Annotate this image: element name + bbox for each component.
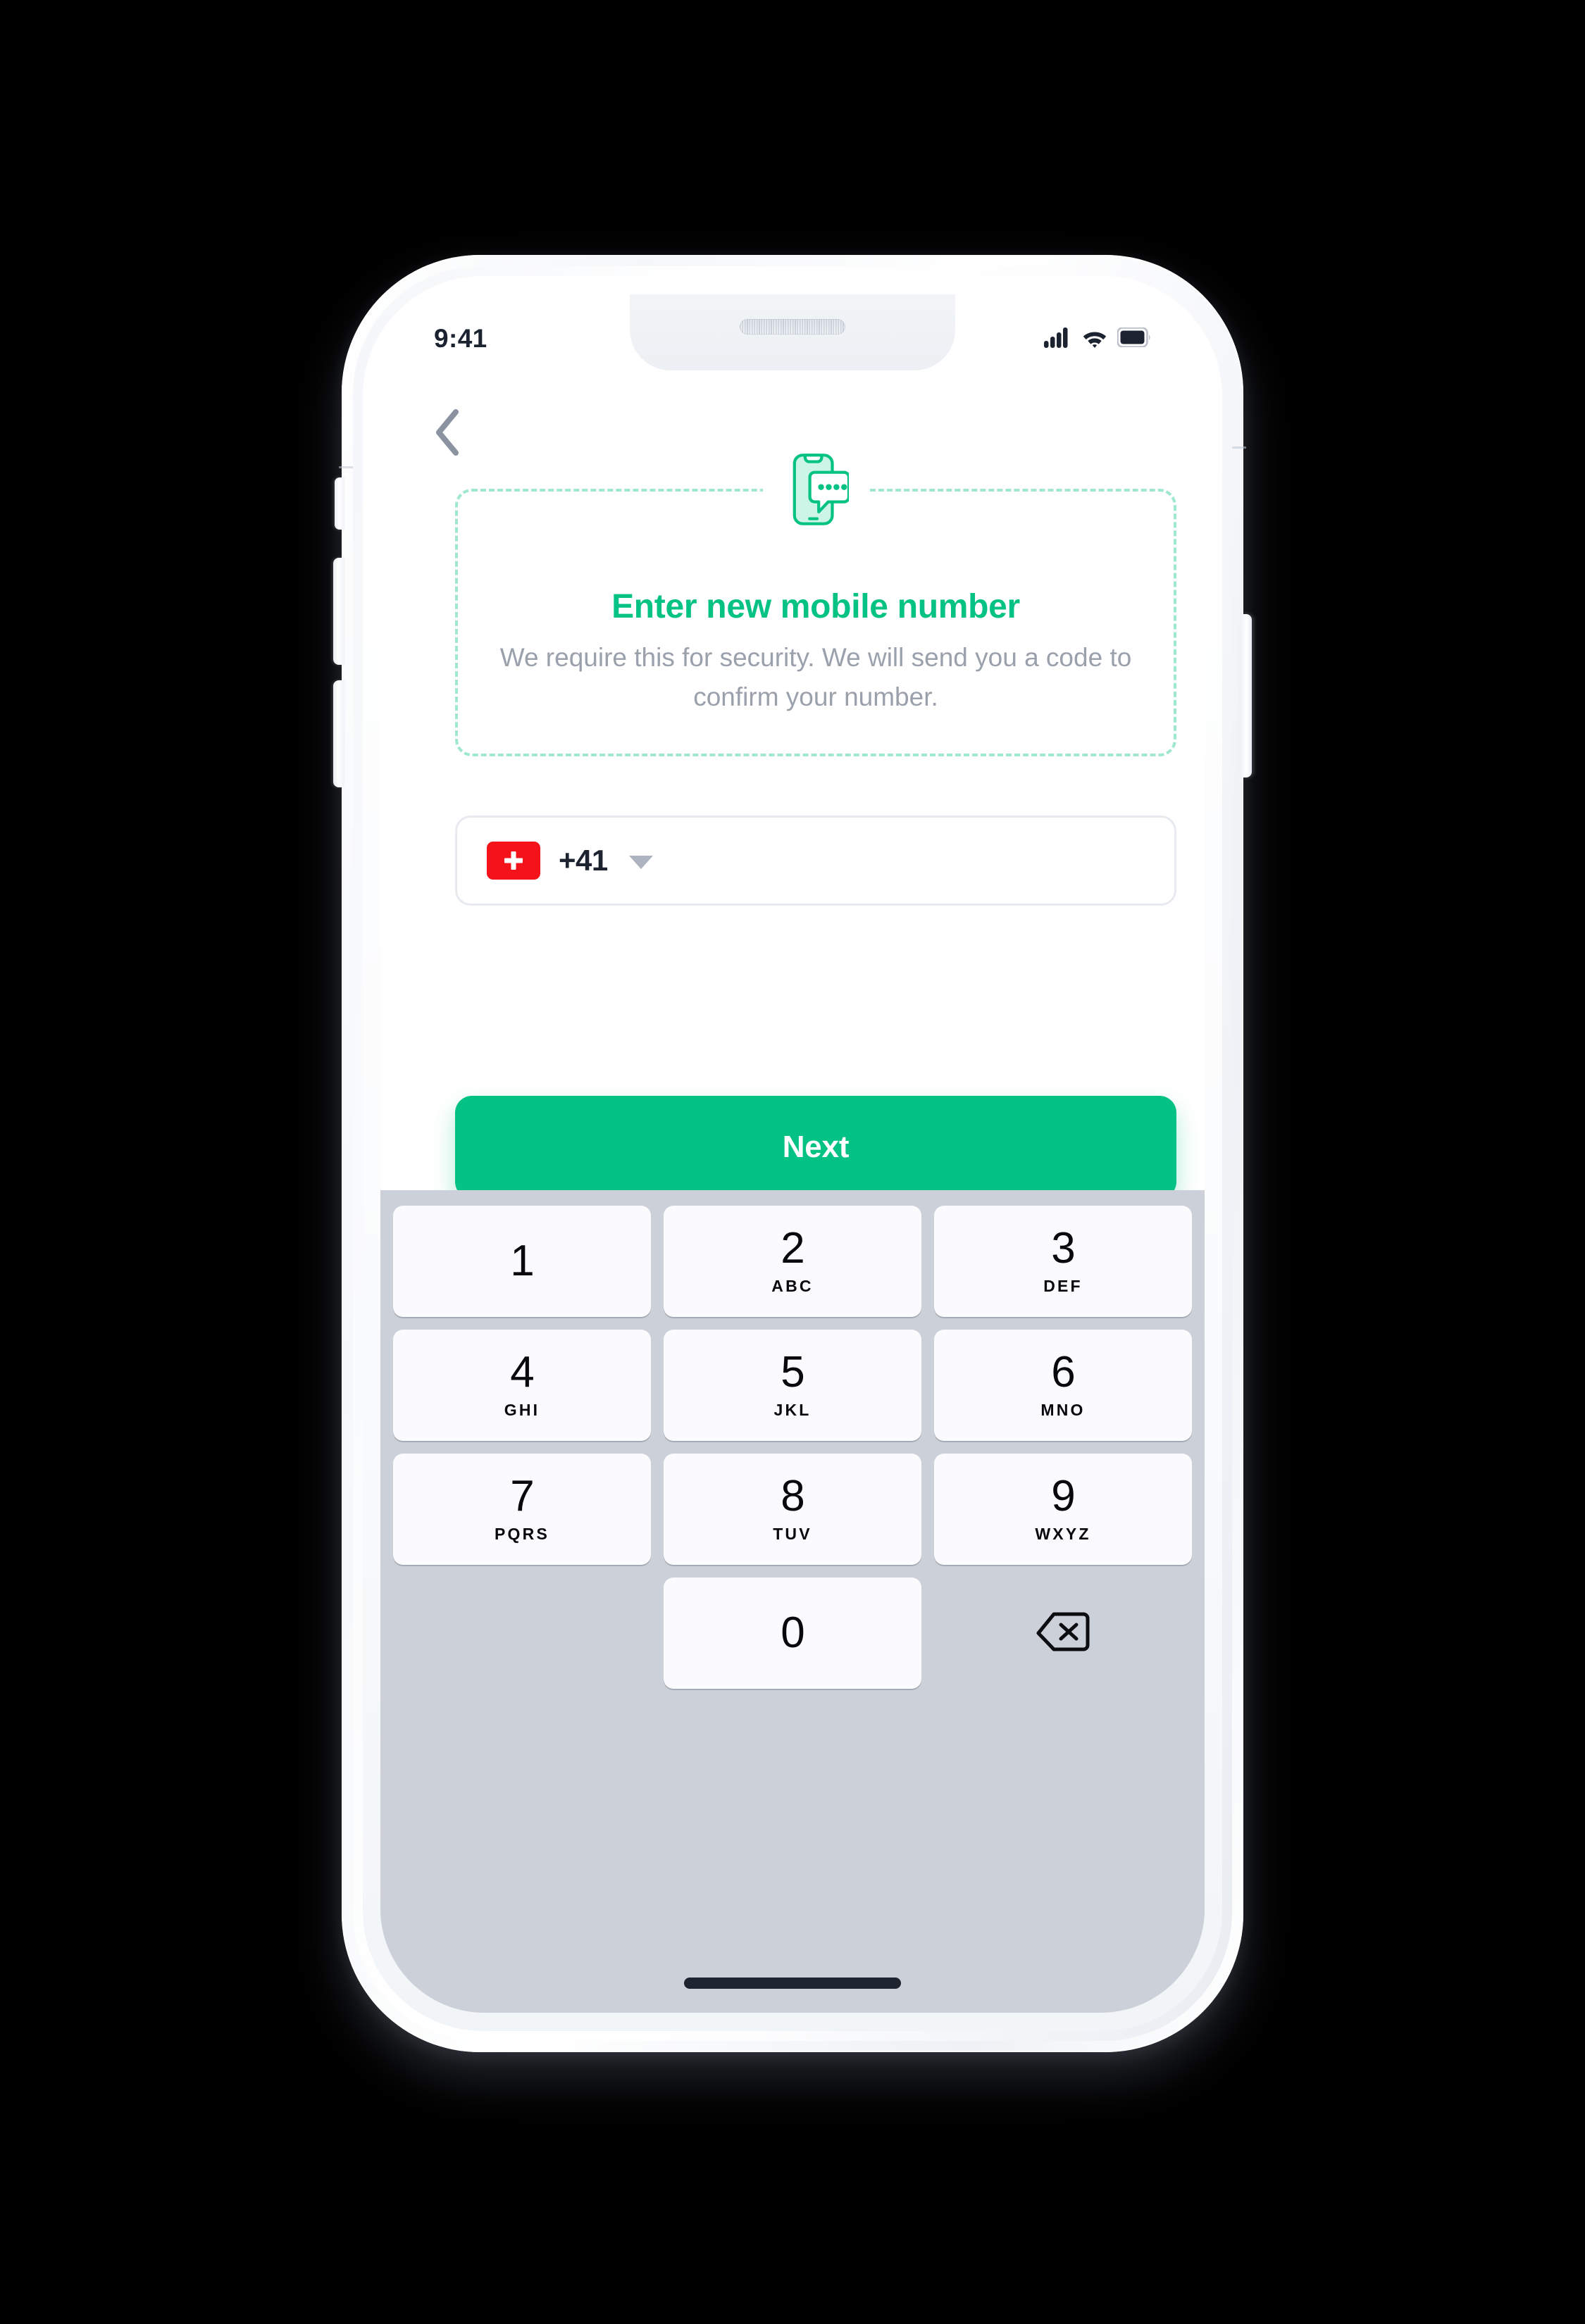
keypad-digit: 4 bbox=[510, 1348, 534, 1397]
keypad-digit: 8 bbox=[781, 1472, 804, 1520]
keypad-key-4[interactable]: 4 GHI bbox=[393, 1330, 651, 1441]
keypad-digit: 5 bbox=[781, 1348, 804, 1397]
back-button[interactable] bbox=[421, 407, 475, 461]
screenshot-canvas: 9:41 Enter new mobile number We require … bbox=[0, 0, 1585, 2324]
keypad-digit: 9 bbox=[1051, 1472, 1075, 1520]
silent-switch-button[interactable] bbox=[335, 477, 344, 530]
keypad-key-5[interactable]: 5 JKL bbox=[664, 1330, 921, 1441]
keypad-key-0[interactable]: 0 bbox=[664, 1578, 921, 1689]
app-content-area: Enter new mobile number We require this … bbox=[380, 370, 1205, 1199]
info-card-title: Enter new mobile number bbox=[611, 588, 1020, 625]
keypad-row: 4 GHI 5 JKL 6 MNO bbox=[393, 1330, 1192, 1441]
keypad-key-6[interactable]: 6 MNO bbox=[934, 1330, 1192, 1441]
volume-up-button[interactable] bbox=[333, 558, 344, 665]
triangle-down-icon[interactable] bbox=[628, 855, 653, 869]
keypad-delete-button[interactable] bbox=[934, 1578, 1192, 1689]
keypad-row: 1 2 ABC 3 DEF bbox=[393, 1206, 1192, 1317]
power-button[interactable] bbox=[1241, 614, 1252, 777]
battery-full-icon bbox=[1117, 326, 1151, 351]
info-card: Enter new mobile number We require this … bbox=[455, 437, 1176, 756]
chevron-left-icon bbox=[433, 408, 464, 461]
keypad-key-1[interactable]: 1 bbox=[393, 1206, 651, 1317]
keypad-letters: PQRS bbox=[495, 1525, 549, 1543]
antenna-line-right-top bbox=[1232, 446, 1246, 449]
backspace-delete-icon bbox=[1036, 1611, 1090, 1656]
keypad-digit: 6 bbox=[1051, 1348, 1075, 1397]
phone-number-input[interactable] bbox=[671, 844, 1174, 877]
antenna-line-left-top bbox=[339, 466, 353, 468]
keypad-letters: TUV bbox=[773, 1525, 812, 1543]
keypad-letters: DEF bbox=[1043, 1277, 1083, 1295]
keypad-blank-slot bbox=[393, 1578, 651, 1689]
earpiece-speaker-grille bbox=[740, 319, 845, 335]
wifi-icon bbox=[1081, 327, 1108, 351]
keypad-letters: WXYZ bbox=[1035, 1525, 1091, 1543]
keypad-key-9[interactable]: 9 WXYZ bbox=[934, 1454, 1192, 1565]
device-screen: 9:41 Enter new mobile number We require … bbox=[380, 294, 1205, 2013]
numeric-keypad: 1 2 ABC 3 DEF 4 GHI 5 JKL 6 MNO 7 PQRS 8… bbox=[380, 1190, 1205, 2013]
status-bar-icons bbox=[1044, 326, 1151, 351]
keypad-key-7[interactable]: 7 PQRS bbox=[393, 1454, 651, 1565]
keypad-digit: 7 bbox=[510, 1472, 534, 1520]
next-button[interactable]: Next bbox=[455, 1096, 1176, 1199]
swiss-flag-icon bbox=[487, 842, 540, 880]
status-bar-time: 9:41 bbox=[434, 324, 487, 353]
keypad-digit: 1 bbox=[510, 1237, 534, 1285]
keypad-digit: 3 bbox=[1051, 1224, 1075, 1273]
keypad-digit: 0 bbox=[781, 1608, 804, 1657]
phone-device-mockup: 9:41 Enter new mobile number We require … bbox=[333, 255, 1252, 2052]
phone-number-input-row[interactable]: +41 bbox=[455, 816, 1176, 906]
keypad-key-8[interactable]: 8 TUV bbox=[664, 1454, 921, 1565]
info-card-description: We require this for security. We will se… bbox=[499, 643, 1132, 712]
keypad-key-2[interactable]: 2 ABC bbox=[664, 1206, 921, 1317]
keypad-digit: 2 bbox=[781, 1224, 804, 1273]
device-notch bbox=[630, 294, 955, 370]
home-indicator-bar[interactable] bbox=[684, 1978, 901, 1989]
keypad-row: 7 PQRS 8 TUV 9 WXYZ bbox=[393, 1454, 1192, 1565]
country-code-label[interactable]: +41 bbox=[559, 844, 608, 877]
keypad-letters: MNO bbox=[1040, 1401, 1086, 1419]
keypad-row: 0 bbox=[393, 1578, 1192, 1689]
keypad-letters: JKL bbox=[773, 1401, 812, 1419]
volume-down-button[interactable] bbox=[333, 680, 344, 787]
keypad-key-3[interactable]: 3 DEF bbox=[934, 1206, 1192, 1317]
cellular-signal-icon bbox=[1044, 327, 1072, 351]
keypad-letters: GHI bbox=[504, 1401, 540, 1419]
keypad-letters: ABC bbox=[771, 1277, 814, 1295]
sms-phone-message-icon bbox=[763, 437, 869, 542]
